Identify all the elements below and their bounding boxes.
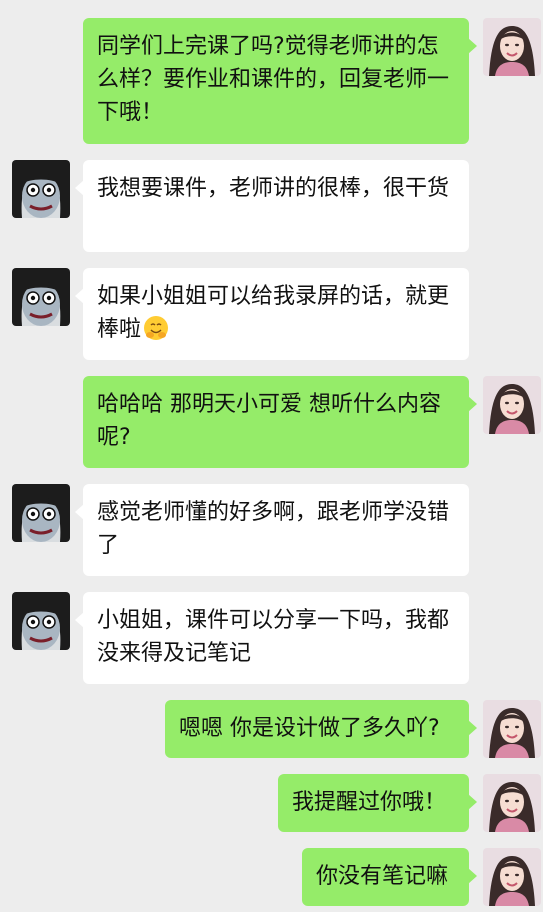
message-text: 嗯嗯 你是设计做了多久吖?	[179, 716, 440, 741]
ghost-cartoon-avatar-icon	[12, 592, 70, 650]
woman-portrait-avatar-icon	[483, 376, 541, 434]
chat-window[interactable]: 同学们上完课了吗?觉得老师讲的怎么样？要作业和课件的，回复老师一下哦！ 我想要课…	[0, 0, 543, 912]
contact-avatar[interactable]	[12, 592, 70, 650]
message-text: 同学们上完课了吗?觉得老师讲的怎么样？要作业和课件的，回复老师一下哦！	[97, 34, 450, 125]
self-avatar[interactable]	[483, 848, 541, 906]
message-text: 我提醒过你哦！	[292, 790, 447, 815]
message-text: 感觉老师懂的好多啊，跟老师学没错了	[97, 500, 450, 558]
woman-portrait-avatar-icon	[483, 774, 541, 832]
message-text: 我想要课件，老师讲的很棒，很干货	[97, 176, 450, 201]
ghost-cartoon-avatar-icon	[12, 268, 70, 326]
contact-avatar[interactable]	[12, 268, 70, 326]
contact-avatar[interactable]	[12, 484, 70, 542]
message-text: 小姐姐，课件可以分享一下吗，我都没来得及记笔记	[97, 608, 450, 666]
self-avatar[interactable]	[483, 376, 541, 434]
hugging-face-emoji-icon	[144, 316, 169, 340]
woman-portrait-avatar-icon	[483, 700, 541, 758]
message-bubble-outgoing[interactable]: 同学们上完课了吗?觉得老师讲的怎么样？要作业和课件的，回复老师一下哦！	[83, 18, 477, 144]
self-avatar[interactable]	[483, 18, 541, 76]
message-text: 哈哈哈 那明天小可爱 想听什么内容呢?	[97, 392, 441, 450]
ghost-cartoon-avatar-icon	[12, 484, 70, 542]
woman-portrait-avatar-icon	[483, 18, 541, 76]
message-bubble-outgoing[interactable]: 嗯嗯 你是设计做了多久吖?	[165, 700, 477, 758]
message-bubble-incoming[interactable]: 感觉老师懂的好多啊，跟老师学没错了	[75, 484, 469, 576]
message-bubble-outgoing[interactable]: 我提醒过你哦！	[278, 774, 477, 832]
woman-portrait-avatar-icon	[483, 848, 541, 906]
message-bubble-outgoing[interactable]: 你没有笔记嘛	[302, 848, 477, 906]
contact-avatar[interactable]	[12, 160, 70, 218]
self-avatar[interactable]	[483, 700, 541, 758]
message-bubble-incoming[interactable]: 如果小姐姐可以给我录屏的话，就更棒啦	[75, 268, 469, 360]
message-bubble-incoming[interactable]: 我想要课件，老师讲的很棒，很干货	[75, 160, 469, 252]
message-bubble-incoming[interactable]: 小姐姐，课件可以分享一下吗，我都没来得及记笔记	[75, 592, 469, 684]
ghost-cartoon-avatar-icon	[12, 160, 70, 218]
self-avatar[interactable]	[483, 774, 541, 832]
message-text: 你没有笔记嘛	[316, 864, 449, 889]
message-bubble-outgoing[interactable]: 哈哈哈 那明天小可爱 想听什么内容呢?	[83, 376, 477, 468]
